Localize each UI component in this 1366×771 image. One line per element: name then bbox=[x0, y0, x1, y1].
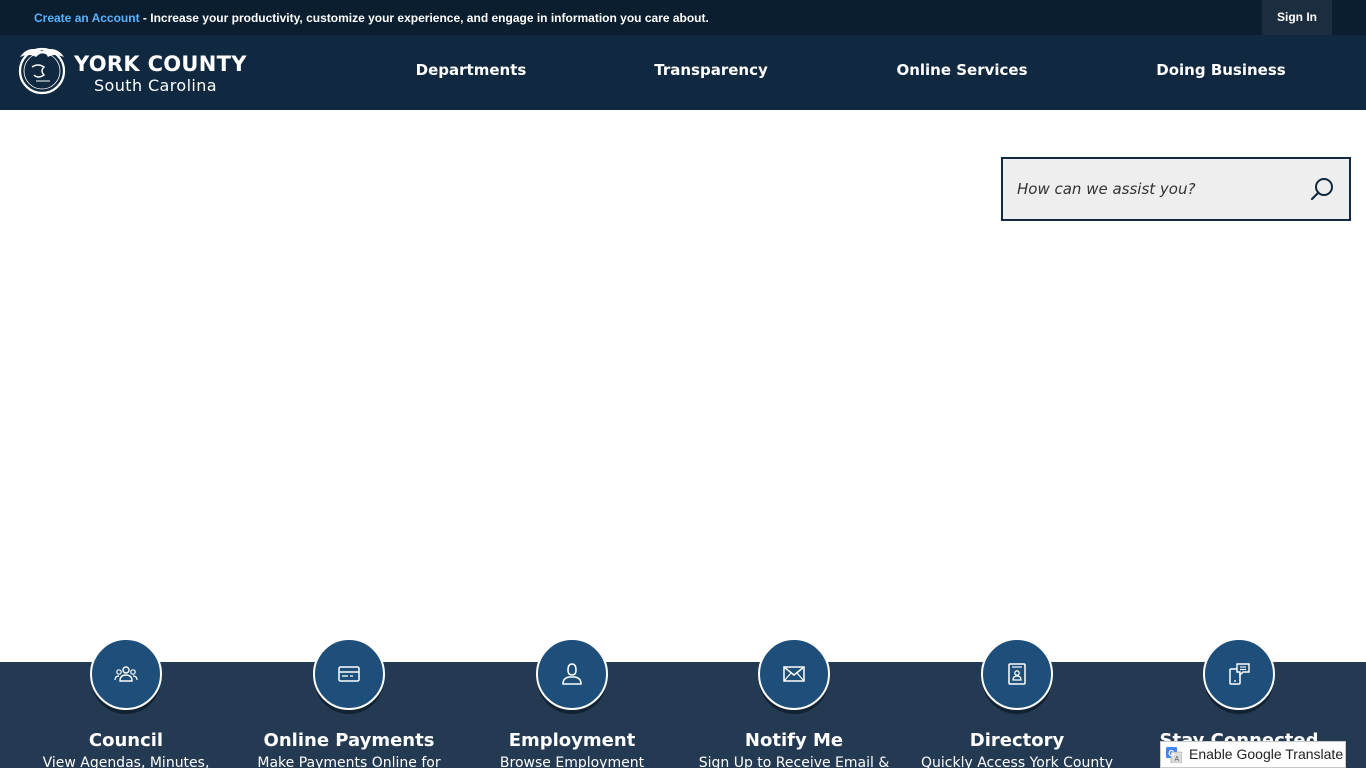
account-bar: Create an Account - Increase your produc… bbox=[0, 0, 1366, 35]
site-header: YORK COUNTY South Carolina Departments T… bbox=[0, 35, 1366, 110]
svg-text:G: G bbox=[1168, 749, 1174, 758]
envelope-icon bbox=[783, 666, 805, 682]
quick-link-directory[interactable]: Directory Quickly Access York County bbox=[906, 638, 1128, 771]
quick-link-directory-desc: Quickly Access York County bbox=[920, 755, 1114, 771]
quick-link-directory-title: Directory bbox=[969, 730, 1065, 751]
logo-subtitle: South Carolina bbox=[94, 76, 218, 95]
create-account-link[interactable]: Create an Account bbox=[34, 11, 140, 25]
quick-link-employment[interactable]: Employment Browse Employment bbox=[461, 638, 683, 771]
person-icon bbox=[562, 663, 582, 685]
account-promo-text: - Increase your productivity, customize … bbox=[139, 11, 709, 25]
quick-link-payments-circle bbox=[313, 638, 385, 710]
quick-link-employment-title: Employment bbox=[508, 730, 636, 751]
quick-link-online-payments[interactable]: Online Payments Make Payments Online for bbox=[238, 638, 460, 771]
nav-online-services[interactable]: Online Services bbox=[896, 61, 1027, 79]
quick-link-directory-circle bbox=[981, 638, 1053, 710]
quick-link-council-title: Council bbox=[88, 730, 164, 751]
svg-text:A: A bbox=[1175, 756, 1180, 763]
sign-in-button[interactable]: Sign In bbox=[1262, 0, 1332, 35]
county-seal-icon bbox=[18, 47, 66, 95]
quick-link-employment-desc: Browse Employment bbox=[499, 755, 645, 771]
people-icon bbox=[114, 666, 138, 682]
account-message: Create an Account - Increase your produc… bbox=[34, 11, 709, 25]
site-search bbox=[1001, 157, 1351, 221]
nav-departments[interactable]: Departments bbox=[416, 61, 527, 79]
mobile-chat-icon bbox=[1229, 663, 1250, 685]
nav-doing-business[interactable]: Doing Business bbox=[1156, 61, 1285, 79]
contact-book-icon bbox=[1008, 663, 1026, 685]
quick-link-notify-me[interactable]: Notify Me Sign Up to Receive Email & bbox=[683, 638, 905, 771]
quick-link-notify-title: Notify Me bbox=[744, 730, 844, 751]
quick-link-payments-title: Online Payments bbox=[263, 730, 435, 751]
quick-link-connected-circle bbox=[1203, 638, 1275, 710]
search-icon[interactable] bbox=[1309, 176, 1335, 202]
quick-link-employment-circle bbox=[536, 638, 608, 710]
nav-transparency[interactable]: Transparency bbox=[654, 61, 768, 79]
google-translate-button[interactable]: G A Enable Google Translate bbox=[1160, 741, 1346, 768]
quick-link-notify-desc: Sign Up to Receive Email & bbox=[698, 755, 890, 771]
google-translate-icon: G A bbox=[1166, 747, 1182, 763]
credit-card-icon bbox=[338, 666, 360, 682]
search-input[interactable] bbox=[1017, 173, 1297, 205]
quick-link-notify-circle bbox=[758, 638, 830, 710]
quick-link-council[interactable]: Council View Agendas, Minutes, bbox=[15, 638, 237, 771]
quick-link-payments-desc: Make Payments Online for bbox=[257, 755, 441, 771]
york-county-logo[interactable]: YORK COUNTY South Carolina bbox=[14, 41, 254, 97]
quick-link-council-circle bbox=[90, 638, 162, 710]
translate-label: Enable Google Translate bbox=[1189, 746, 1344, 762]
logo-title: YORK COUNTY bbox=[74, 52, 247, 76]
quick-link-council-desc: View Agendas, Minutes, bbox=[42, 755, 210, 771]
